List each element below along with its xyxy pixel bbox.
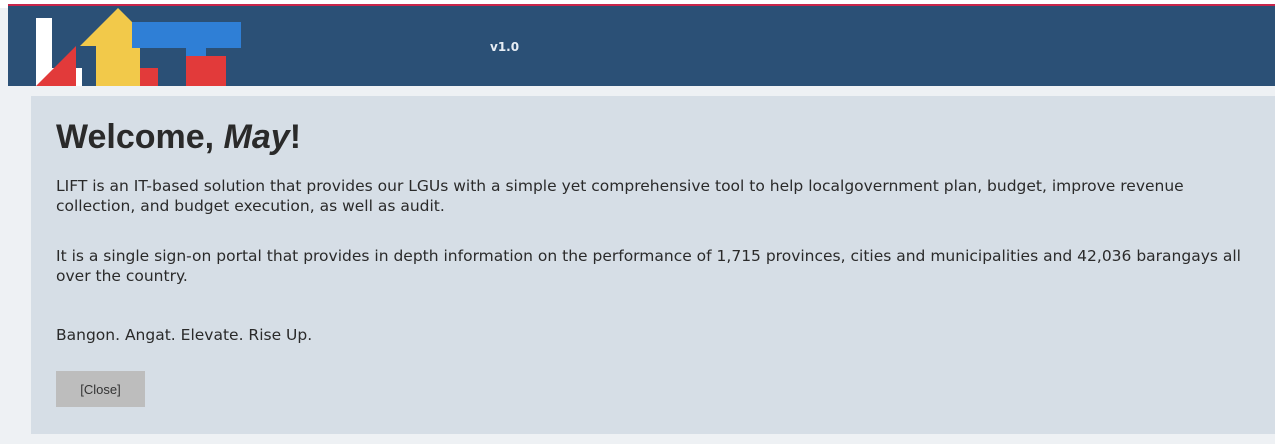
portal-paragraph: It is a single sign-on portal that provi… xyxy=(56,247,1241,285)
welcome-punct: ! xyxy=(289,118,302,156)
intro-paragraph: LIFT is an IT-based solution that provid… xyxy=(56,177,1184,215)
lift-logo-icon[interactable] xyxy=(36,6,246,86)
app-header: v1.0 xyxy=(8,6,1275,86)
close-button[interactable]: [Close] xyxy=(56,371,145,407)
user-name: May xyxy=(223,118,290,156)
welcome-panel: Welcome, May! LIFT is an IT-based soluti… xyxy=(31,96,1275,434)
app-version: v1.0 xyxy=(490,40,520,54)
welcome-heading: Welcome, May! xyxy=(56,118,301,157)
tagline: Bangon. Angat. Elevate. Rise Up. xyxy=(56,326,313,344)
welcome-greeting: Welcome, xyxy=(56,118,224,156)
